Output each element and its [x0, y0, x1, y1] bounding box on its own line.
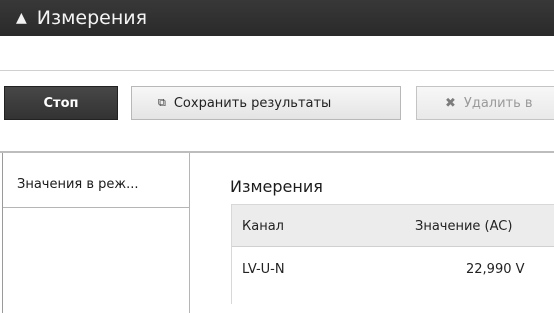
section-header[interactable]: ▲ Измерения	[0, 0, 554, 36]
column-header-value[interactable]: Значение (AC)	[415, 219, 512, 234]
delete-button[interactable]: ✖ Удалить в	[416, 86, 554, 120]
left-column-item[interactable]: Значения в реж...	[17, 177, 139, 192]
cell-channel: LV-U-N	[242, 262, 285, 277]
measurement-panel: Значения в реж... Измерения Канал Значен…	[0, 151, 554, 313]
left-column: Значения в реж...	[2, 153, 190, 313]
copy-icon: ⧉	[158, 96, 166, 109]
chevron-up-icon[interactable]: ▲	[16, 11, 27, 25]
section-title: Измерения	[36, 7, 148, 29]
close-icon: ✖	[445, 95, 456, 111]
save-results-button[interactable]: ⧉ Сохранить результаты	[131, 86, 401, 120]
measurements-table: Канал Значение (AC) LV-U-N 22,990 V	[231, 204, 554, 304]
toolbar-divider	[0, 70, 554, 71]
table-row[interactable]: LV-U-N 22,990 V	[232, 247, 554, 289]
cell-value: 22,990 V	[466, 262, 525, 277]
column-header-channel[interactable]: Канал	[242, 219, 284, 234]
delete-button-label: Удалить в	[463, 95, 533, 111]
stop-button-label: Стоп	[43, 95, 79, 111]
table-header: Канал Значение (AC)	[232, 205, 554, 247]
left-column-divider	[3, 207, 190, 208]
save-results-label: Сохранить результаты	[173, 95, 332, 111]
stop-button[interactable]: Стоп	[4, 86, 118, 120]
measurements-title: Измерения	[230, 177, 323, 196]
